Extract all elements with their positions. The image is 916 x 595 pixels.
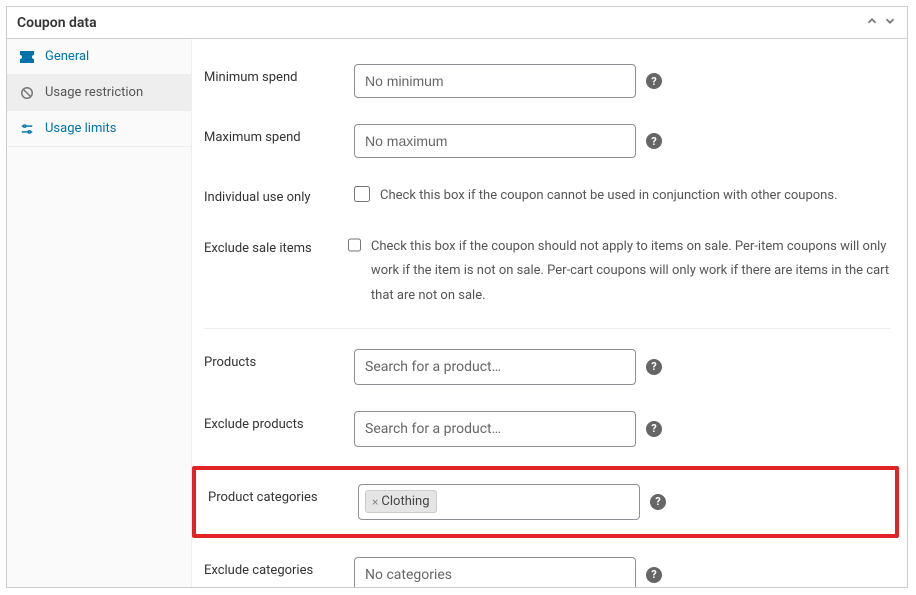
label-minimum-spend: Minimum spend xyxy=(204,64,354,85)
panel-toggle-group xyxy=(865,14,897,31)
sidebar-item-usage-limits[interactable]: Usage limits xyxy=(7,111,191,147)
sidebar-item-label: Usage limits xyxy=(45,121,116,136)
category-tag-label: Clothing xyxy=(381,494,429,509)
sidebar: General Usage restriction Usage limits xyxy=(7,39,192,587)
label-product-categories: Product categories xyxy=(208,484,358,505)
sidebar-item-general[interactable]: General xyxy=(7,39,191,75)
sliders-icon xyxy=(19,122,35,136)
label-exclude-sale: Exclude sale items xyxy=(204,235,348,256)
collapse-down-icon[interactable] xyxy=(883,14,897,31)
ticket-icon xyxy=(19,51,35,63)
row-minimum-spend: Minimum spend ? xyxy=(204,51,891,111)
coupon-data-panel: Coupon data General Usage restrictio xyxy=(6,6,908,588)
products-placeholder: Search for a product… xyxy=(361,359,501,375)
ban-icon xyxy=(19,86,35,100)
product-categories-select[interactable]: × Clothing xyxy=(358,484,640,520)
exclude-products-placeholder: Search for a product… xyxy=(361,421,501,437)
row-exclude-categories: Exclude categories No categories ? xyxy=(204,544,891,587)
help-icon[interactable]: ? xyxy=(650,494,666,510)
row-products: Products Search for a product… ? xyxy=(204,328,891,398)
label-products: Products xyxy=(204,349,354,370)
row-product-categories: Product categories × Clothing ? xyxy=(208,480,887,524)
exclude-categories-placeholder: No categories xyxy=(361,567,452,583)
collapse-up-icon[interactable] xyxy=(865,14,879,31)
sidebar-item-label: General xyxy=(45,49,89,64)
panel-header: Coupon data xyxy=(7,7,907,39)
panel-title: Coupon data xyxy=(17,15,97,31)
help-icon[interactable]: ? xyxy=(646,133,662,149)
row-exclude-sale: Exclude sale items Check this box if the… xyxy=(204,222,891,322)
sidebar-item-usage-restriction[interactable]: Usage restriction xyxy=(7,75,191,111)
help-icon[interactable]: ? xyxy=(646,359,662,375)
exclude-sale-desc: Check this box if the coupon should not … xyxy=(371,235,891,309)
exclude-products-select[interactable]: Search for a product… xyxy=(354,411,636,447)
help-icon[interactable]: ? xyxy=(646,567,662,583)
content: Minimum spend ? Maximum spend ? Individu… xyxy=(192,39,907,587)
label-individual-use: Individual use only xyxy=(204,184,354,205)
label-maximum-spend: Maximum spend xyxy=(204,124,354,145)
row-individual-use: Individual use only Check this box if th… xyxy=(204,171,891,222)
products-select[interactable]: Search for a product… xyxy=(354,349,636,385)
row-maximum-spend: Maximum spend ? xyxy=(204,111,891,171)
sidebar-item-label: Usage restriction xyxy=(45,85,143,100)
row-exclude-products: Exclude products Search for a product… ? xyxy=(204,398,891,460)
maximum-spend-input[interactable] xyxy=(354,124,636,158)
remove-tag-icon[interactable]: × xyxy=(372,495,378,509)
label-exclude-categories: Exclude categories xyxy=(204,557,354,578)
exclude-categories-select[interactable]: No categories xyxy=(354,557,636,587)
panel-body: General Usage restriction Usage limits M… xyxy=(7,39,907,587)
minimum-spend-input[interactable] xyxy=(354,64,636,98)
individual-use-desc: Check this box if the coupon cannot be u… xyxy=(380,184,838,209)
individual-use-checkbox[interactable] xyxy=(354,186,370,202)
help-icon[interactable]: ? xyxy=(646,73,662,89)
category-tag: × Clothing xyxy=(365,490,437,513)
label-exclude-products: Exclude products xyxy=(204,411,354,432)
help-icon[interactable]: ? xyxy=(646,421,662,437)
highlight-product-categories: Product categories × Clothing ? xyxy=(192,466,899,538)
exclude-sale-checkbox[interactable] xyxy=(348,237,361,253)
